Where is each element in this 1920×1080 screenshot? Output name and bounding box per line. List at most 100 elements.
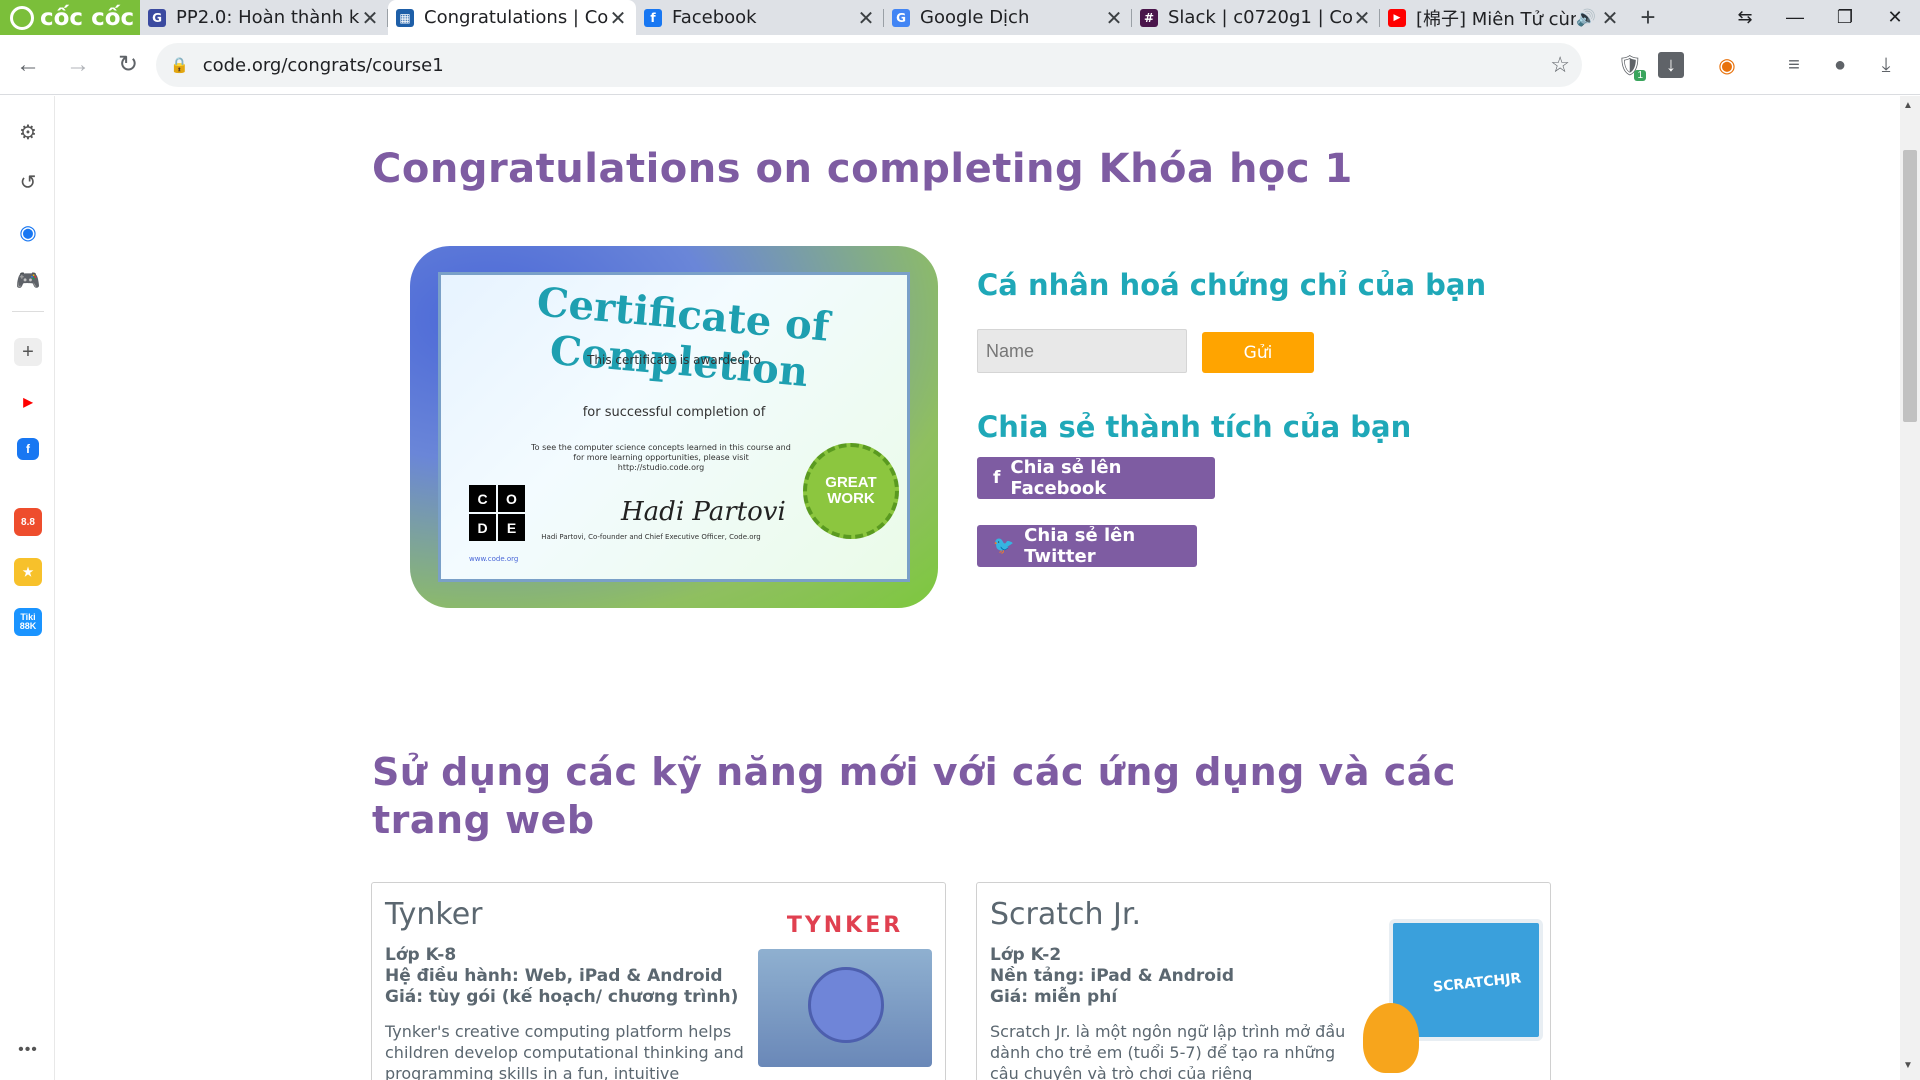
window-controls: ⇆ — ❐ ✕ xyxy=(1720,0,1920,35)
history-icon[interactable]: ↺ xyxy=(14,168,42,196)
submit-button[interactable]: Gửi xyxy=(1202,332,1314,373)
brand-label: cốc cốc xyxy=(40,4,135,31)
reload-icon[interactable]: ↻ xyxy=(106,43,150,87)
card-grade: Lớp K-8 xyxy=(385,945,457,965)
tab-pp2[interactable]: G PP2.0: Hoàn thành khóa ✕ xyxy=(140,0,388,35)
great-work-seal: GREAT WORK xyxy=(803,443,899,539)
certificate-body: Certificate of Completion This certifica… xyxy=(438,272,910,582)
speaker-icon[interactable]: 🔊 xyxy=(1576,8,1596,27)
new-tab-button[interactable]: + xyxy=(1628,0,1668,35)
code-letter: D xyxy=(469,514,496,541)
share-twitter-label: Chia sẻ lên Twitter xyxy=(1024,525,1136,567)
card-grade: Lớp K-2 xyxy=(990,945,1062,965)
url-text[interactable]: code.org/congrats/course1 xyxy=(203,55,444,76)
app-card-tynker[interactable]: Tynker Lớp K-8 Hệ điều hành: Web, iPad &… xyxy=(371,882,946,1080)
shopee-icon[interactable]: 8.8 xyxy=(14,508,42,536)
download-icon[interactable]: ⤓ xyxy=(1870,49,1902,81)
page-title: Congratulations on completing Khóa học 1 xyxy=(372,146,1353,192)
code-letter: O xyxy=(498,485,525,512)
card-description: Tynker's creative computing platform hel… xyxy=(385,1022,744,1080)
close-window-icon[interactable]: ✕ xyxy=(1870,7,1920,28)
tynker-mascot-image xyxy=(758,949,932,1067)
coccoc-menu-button[interactable]: cốc cốc xyxy=(0,0,140,35)
card-meta: Lớp K-2 Nền tảng: iPad & Android Giá: mi… xyxy=(990,945,1234,1008)
tab-favicon-icon: ▦ xyxy=(396,8,414,27)
scroll-down-icon[interactable]: ▼ xyxy=(1903,1060,1913,1071)
close-tab-icon[interactable]: ✕ xyxy=(608,6,628,30)
youtube-icon[interactable]: ▶ xyxy=(14,388,42,416)
gamepad-icon[interactable]: 🎮 xyxy=(14,266,42,294)
back-icon[interactable]: ← xyxy=(6,43,50,87)
profile-icon[interactable]: ● xyxy=(1824,49,1856,81)
seal-text: GREAT xyxy=(825,474,877,491)
facebook-icon[interactable]: f xyxy=(17,438,39,460)
star-icon[interactable]: ☆ xyxy=(1550,52,1570,78)
facebook-icon: f xyxy=(993,468,1001,488)
card-title[interactable]: Tynker xyxy=(385,897,483,932)
shopee-label: 8.8 xyxy=(21,516,35,528)
scroll-thumb[interactable] xyxy=(1903,150,1917,422)
close-tab-icon[interactable]: ✕ xyxy=(360,6,380,30)
close-tab-icon[interactable]: ✕ xyxy=(1352,6,1372,30)
scratch-cat-image xyxy=(1363,1003,1419,1073)
more-icon[interactable]: ••• xyxy=(14,1036,42,1064)
tynker-thumbnail[interactable]: TYNKER xyxy=(758,913,932,1080)
extension-badge: 1 xyxy=(1634,70,1646,81)
media-control-icon[interactable]: ≡ xyxy=(1778,49,1810,81)
app-card-scratch-jr[interactable]: Scratch Jr. Lớp K-2 Nền tảng: iPad & And… xyxy=(976,882,1551,1080)
tab-title: Facebook xyxy=(672,7,757,28)
tab-favicon-icon: G xyxy=(148,8,166,27)
name-input[interactable] xyxy=(977,329,1187,373)
certificate-footer: www.code.org xyxy=(469,555,519,563)
tynker-logo: TYNKER xyxy=(786,913,904,938)
share-twitter-button[interactable]: 🐦 Chia sẻ lên Twitter xyxy=(977,525,1197,567)
tab-favicon-icon: ▶ xyxy=(1388,8,1406,27)
add-icon[interactable]: + xyxy=(14,338,42,366)
card-title[interactable]: Scratch Jr. xyxy=(990,897,1141,932)
lock-icon[interactable]: 🔒 xyxy=(170,56,189,74)
tiki-label: Tiki 88K xyxy=(19,612,37,631)
gear-icon[interactable]: ⚙ xyxy=(14,118,42,146)
tab-favicon-icon: f xyxy=(644,8,662,27)
certificate-awarded: This certificate is awarded to xyxy=(587,353,761,367)
card-platform: Hệ điều hành: Web, iPad & Android xyxy=(385,966,723,986)
tab-facebook[interactable]: f Facebook ✕ xyxy=(636,0,884,35)
scroll-up-icon[interactable]: ▲ xyxy=(1903,100,1913,111)
browser-toolbar: ← → ↻ 🔒 code.org/congrats/course1 ☆ 🛡 1 ↓… xyxy=(0,35,1920,95)
maximize-icon[interactable]: ❐ xyxy=(1820,7,1870,28)
tab-title: PP2.0: Hoàn thành khóa xyxy=(176,7,360,28)
download-extension-icon[interactable]: ↓ xyxy=(1658,52,1684,78)
tab-title: Congratulations | Code.org xyxy=(424,7,608,28)
tab-youtube[interactable]: ▶ [棉子] Miên Tử cùng 🔊 ✕ xyxy=(1380,0,1628,35)
certificate-image: Certificate of Completion This certifica… xyxy=(410,246,938,608)
scratch-jr-thumbnail[interactable]: SCRATCHJR xyxy=(1363,913,1545,1080)
close-tab-icon[interactable]: ✕ xyxy=(1104,6,1124,30)
page-content: Congratulations on completing Khóa học 1… xyxy=(56,96,1900,1080)
certificate-note: To see the computer science concepts lea… xyxy=(531,443,791,472)
tab-title: [棉子] Miên Tử cùng xyxy=(1416,8,1577,30)
apps-heading: Sử dụng các kỹ năng mới với các ứng dụng… xyxy=(372,750,1456,842)
messenger-icon[interactable]: ◉ xyxy=(14,218,42,246)
signature: Hadi Partovi xyxy=(621,497,786,527)
adblock-icon[interactable]: 🛡 1 xyxy=(1614,49,1646,81)
forward-icon[interactable]: → xyxy=(56,43,100,87)
sidebar: ⚙ ↺ ◉ 🎮 + ▶ f 8.8 ★ Tiki 88K ••• xyxy=(0,96,55,1080)
share-heading: Chia sẻ thành tích của bạn xyxy=(977,410,1412,444)
tab-strip: cốc cốc G PP2.0: Hoàn thành khóa ✕ ▦ Con… xyxy=(0,0,1920,35)
tab-search-icon[interactable]: ⇆ xyxy=(1720,7,1770,28)
tab-google-translate[interactable]: G Google Dịch ✕ xyxy=(884,0,1132,35)
card-description: Scratch Jr. là một ngôn ngữ lập trình mở… xyxy=(990,1022,1346,1080)
close-tab-icon[interactable]: ✕ xyxy=(856,6,876,30)
tiki-icon[interactable]: Tiki 88K xyxy=(14,608,42,636)
share-facebook-button[interactable]: f Chia sẻ lên Facebook xyxy=(977,457,1215,499)
minimize-icon[interactable]: — xyxy=(1770,7,1820,28)
tab-congratulations[interactable]: ▦ Congratulations | Code.org ✕ xyxy=(388,0,636,35)
game-app-icon[interactable]: ★ xyxy=(14,558,42,586)
coccoc-extension-icon[interactable]: ◉ xyxy=(1711,49,1743,81)
tab-slack[interactable]: # Slack | c0720g1 | Codeg ✕ xyxy=(1132,0,1380,35)
certificate-heading: Certificate of Completion xyxy=(534,278,832,397)
close-tab-icon[interactable]: ✕ xyxy=(1600,6,1620,30)
twitter-icon: 🐦 xyxy=(993,536,1015,556)
code-letter: C xyxy=(469,485,496,512)
address-bar[interactable]: 🔒 code.org/congrats/course1 ☆ xyxy=(156,43,1582,87)
